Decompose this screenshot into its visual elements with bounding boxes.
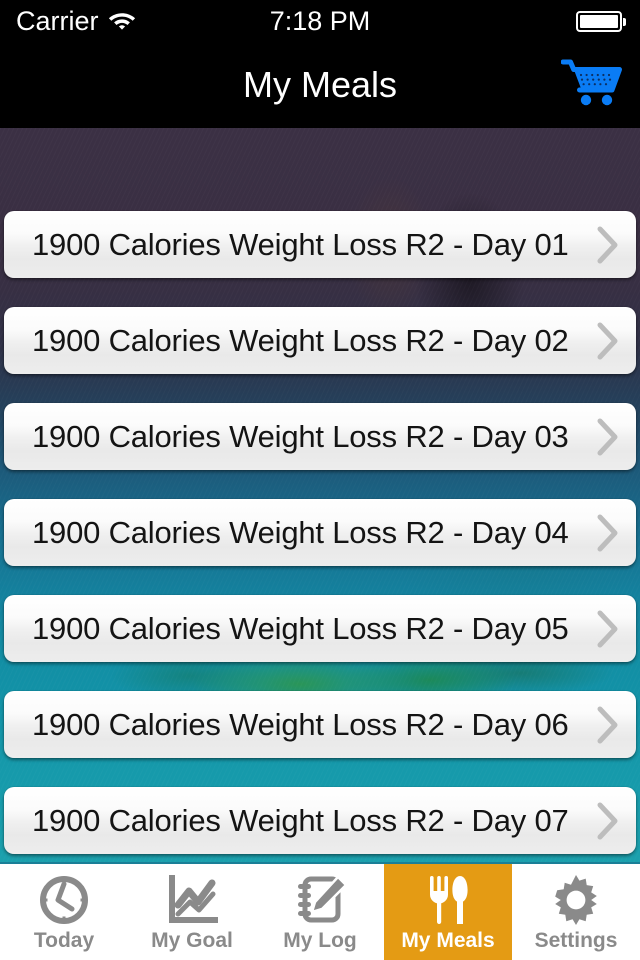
shopping-cart-icon bbox=[560, 59, 623, 114]
page-title: My Meals bbox=[242, 64, 398, 105]
chevron-right-icon bbox=[580, 403, 636, 470]
meal-item-label: 1900 Calories Weight Loss R2 - Day 05 bbox=[32, 610, 569, 646]
meal-item-label: 1900 Calories Weight Loss R2 - Day 01 bbox=[32, 226, 569, 262]
gear-icon bbox=[550, 874, 602, 926]
status-bar-clock: 7:18 PM bbox=[269, 6, 371, 36]
tab-today[interactable]: Today bbox=[0, 864, 128, 960]
meal-list-item[interactable]: 1900 Calories Weight Loss R2 - Day 06 bbox=[4, 691, 636, 758]
meal-item-label: 1900 Calories Weight Loss R2 - Day 04 bbox=[32, 514, 569, 550]
chevron-right-icon bbox=[580, 691, 636, 758]
tab-my-log[interactable]: My Log bbox=[256, 864, 384, 960]
meal-item-label: 1900 Calories Weight Loss R2 - Day 06 bbox=[32, 706, 569, 742]
tab-label: My Log bbox=[283, 928, 357, 952]
meal-item-label: 1900 Calories Weight Loss R2 - Day 03 bbox=[32, 418, 569, 454]
tab-my-goal[interactable]: My Goal bbox=[128, 864, 256, 960]
meal-list-item[interactable]: 1900 Calories Weight Loss R2 - Day 05 bbox=[4, 595, 636, 662]
clock-icon bbox=[38, 874, 90, 926]
tab-label: Settings bbox=[534, 928, 618, 952]
app-screen: Carrier 7:18 PM My Meals 1900 Calories W… bbox=[0, 0, 640, 960]
line-chart-icon bbox=[166, 874, 218, 926]
notepad-pencil-icon bbox=[294, 874, 346, 926]
chevron-right-icon bbox=[580, 595, 636, 662]
battery-nub-icon bbox=[623, 17, 626, 26]
meal-list-item[interactable]: 1900 Calories Weight Loss R2 - Day 07 bbox=[4, 787, 636, 854]
shopping-cart-button[interactable] bbox=[558, 58, 626, 114]
chevron-right-icon bbox=[580, 307, 636, 374]
chevron-right-icon bbox=[580, 499, 636, 566]
tab-label: Today bbox=[33, 928, 95, 952]
meal-list-item[interactable]: 1900 Calories Weight Loss R2 - Day 02 bbox=[4, 307, 636, 374]
status-bar-right bbox=[575, 11, 626, 32]
tab-label: My Goal bbox=[151, 928, 233, 952]
navigation-bar: My Meals bbox=[0, 42, 640, 128]
tab-label: My Meals bbox=[401, 928, 495, 952]
chevron-right-icon bbox=[580, 787, 636, 854]
chevron-right-icon bbox=[580, 211, 636, 278]
battery-icon bbox=[575, 11, 622, 32]
meal-list-area: 1900 Calories Weight Loss R2 - Day 01 19… bbox=[0, 128, 640, 862]
meal-list[interactable]: 1900 Calories Weight Loss R2 - Day 01 19… bbox=[0, 128, 640, 862]
meal-list-item[interactable]: 1900 Calories Weight Loss R2 - Day 01 bbox=[4, 211, 636, 278]
tab-my-meals[interactable]: My Meals bbox=[384, 864, 512, 960]
status-bar: Carrier 7:18 PM bbox=[0, 0, 640, 42]
meal-item-label: 1900 Calories Weight Loss R2 - Day 02 bbox=[32, 322, 569, 358]
tab-bar[interactable]: Today My Goal My Log My Meals Settings bbox=[0, 862, 640, 960]
meal-list-item[interactable]: 1900 Calories Weight Loss R2 - Day 03 bbox=[4, 403, 636, 470]
meal-list-item[interactable]: 1900 Calories Weight Loss R2 - Day 04 bbox=[4, 499, 636, 566]
fork-knife-icon bbox=[422, 874, 474, 926]
tab-settings[interactable]: Settings bbox=[512, 864, 640, 960]
meal-item-label: 1900 Calories Weight Loss R2 - Day 07 bbox=[32, 802, 569, 838]
